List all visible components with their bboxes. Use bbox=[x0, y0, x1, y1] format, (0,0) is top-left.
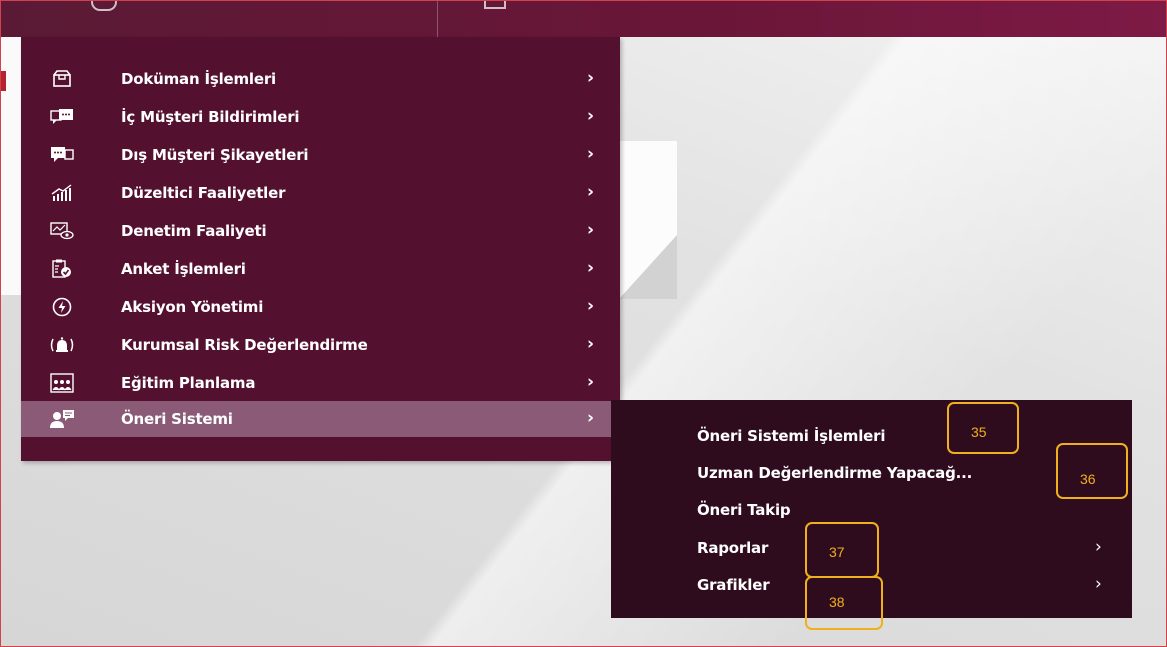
chevron-right-icon: › bbox=[587, 144, 595, 164]
chevron-right-icon: › bbox=[587, 296, 595, 316]
menu-item-dokuman-islemleri[interactable]: Doküman İşlemleri › bbox=[21, 61, 620, 97]
menu-item-dis-musteri-sikayetleri[interactable]: Dış Müşteri Şikayetleri › bbox=[21, 137, 620, 173]
menu-item-label: Denetim Faaliyeti bbox=[121, 222, 267, 240]
topbar-icon-left[interactable] bbox=[91, 1, 117, 11]
callout-number: 38 bbox=[829, 594, 845, 610]
lightning-icon bbox=[49, 289, 75, 325]
menu-item-label: Doküman İşlemleri bbox=[121, 70, 276, 88]
user-comment-icon bbox=[49, 401, 75, 437]
chevron-right-icon: › bbox=[587, 68, 595, 88]
menu-item-ic-musteri-bildirimleri[interactable]: İç Müşteri Bildirimleri › bbox=[21, 99, 620, 135]
menu-item-aksiyon-yonetimi[interactable]: Aksiyon Yönetimi › bbox=[21, 289, 620, 325]
callout-37: 37 bbox=[805, 522, 879, 578]
topbar-icon-right[interactable] bbox=[484, 1, 506, 9]
background-fold bbox=[619, 235, 677, 299]
menu-item-label: Kurumsal Risk Değerlendirme bbox=[121, 336, 368, 354]
chevron-right-icon: › bbox=[587, 220, 595, 240]
chat-reverse-icon bbox=[49, 137, 75, 173]
chevron-right-icon: › bbox=[587, 182, 595, 202]
chevron-right-icon: › bbox=[1095, 537, 1102, 557]
callout-number: 37 bbox=[829, 544, 845, 560]
menu-item-egitim-planlama[interactable]: Eğitim Planlama › bbox=[21, 365, 620, 401]
topbar-separator bbox=[437, 1, 438, 37]
clipboard-check-icon bbox=[49, 251, 75, 287]
chevron-right-icon: › bbox=[587, 258, 595, 278]
submenu-item-raporlar[interactable]: Raporlar bbox=[697, 539, 768, 557]
menu-item-label: Öneri Sistemi bbox=[121, 410, 233, 428]
menu-item-label: Eğitim Planlama bbox=[121, 374, 256, 392]
menu-item-label: Anket İşlemleri bbox=[121, 260, 246, 278]
chat-icon bbox=[49, 99, 75, 135]
callout-number: 35 bbox=[971, 424, 987, 440]
submenu-item-uzman-degerlendirme[interactable]: Uzman Değerlendirme Yapacağ... bbox=[697, 464, 972, 482]
inspect-icon bbox=[49, 213, 75, 249]
submenu-item-oneri-sistemi-islemleri[interactable]: Öneri Sistemi İşlemleri bbox=[697, 427, 885, 445]
app-window: Doküman İşlemleri › İç Müşteri Bildiriml… bbox=[0, 0, 1167, 647]
menu-item-label: Düzeltici Faaliyetler bbox=[121, 184, 286, 202]
alarm-icon bbox=[49, 327, 75, 363]
background-accent bbox=[1, 71, 6, 91]
training-icon bbox=[49, 365, 75, 401]
menu-item-oneri-sistemi[interactable]: Öneri Sistemi › bbox=[21, 401, 620, 437]
box-icon bbox=[49, 61, 75, 97]
menu-item-label: İç Müşteri Bildirimleri bbox=[121, 108, 300, 126]
submenu-item-grafikler[interactable]: Grafikler bbox=[697, 576, 770, 594]
main-menu: Doküman İşlemleri › İç Müşteri Bildiriml… bbox=[21, 37, 620, 461]
callout-number: 36 bbox=[1080, 471, 1096, 487]
callout-36: 36 bbox=[1056, 443, 1128, 499]
top-bar bbox=[1, 1, 1166, 37]
menu-item-label: Dış Müşteri Şikayetleri bbox=[121, 146, 309, 164]
menu-item-anket-islemleri[interactable]: Anket İşlemleri › bbox=[21, 251, 620, 287]
menu-item-kurumsal-risk-degerlendirme[interactable]: Kurumsal Risk Değerlendirme › bbox=[21, 327, 620, 363]
menu-item-duzeltici-faaliyetler[interactable]: Düzeltici Faaliyetler › bbox=[21, 175, 620, 211]
chevron-right-icon: › bbox=[587, 408, 595, 428]
callout-38: 38 bbox=[805, 576, 883, 630]
chevron-right-icon: › bbox=[587, 334, 595, 354]
chevron-right-icon: › bbox=[587, 372, 595, 392]
chevron-right-icon: › bbox=[1095, 574, 1102, 594]
menu-item-label: Aksiyon Yönetimi bbox=[121, 298, 264, 316]
menu-item-denetim-faaliyeti[interactable]: Denetim Faaliyeti › bbox=[21, 213, 620, 249]
chevron-right-icon: › bbox=[587, 106, 595, 126]
callout-35: 35 bbox=[947, 402, 1019, 454]
submenu-item-oneri-takip[interactable]: Öneri Takip bbox=[697, 501, 791, 519]
chart-up-icon bbox=[49, 175, 75, 211]
